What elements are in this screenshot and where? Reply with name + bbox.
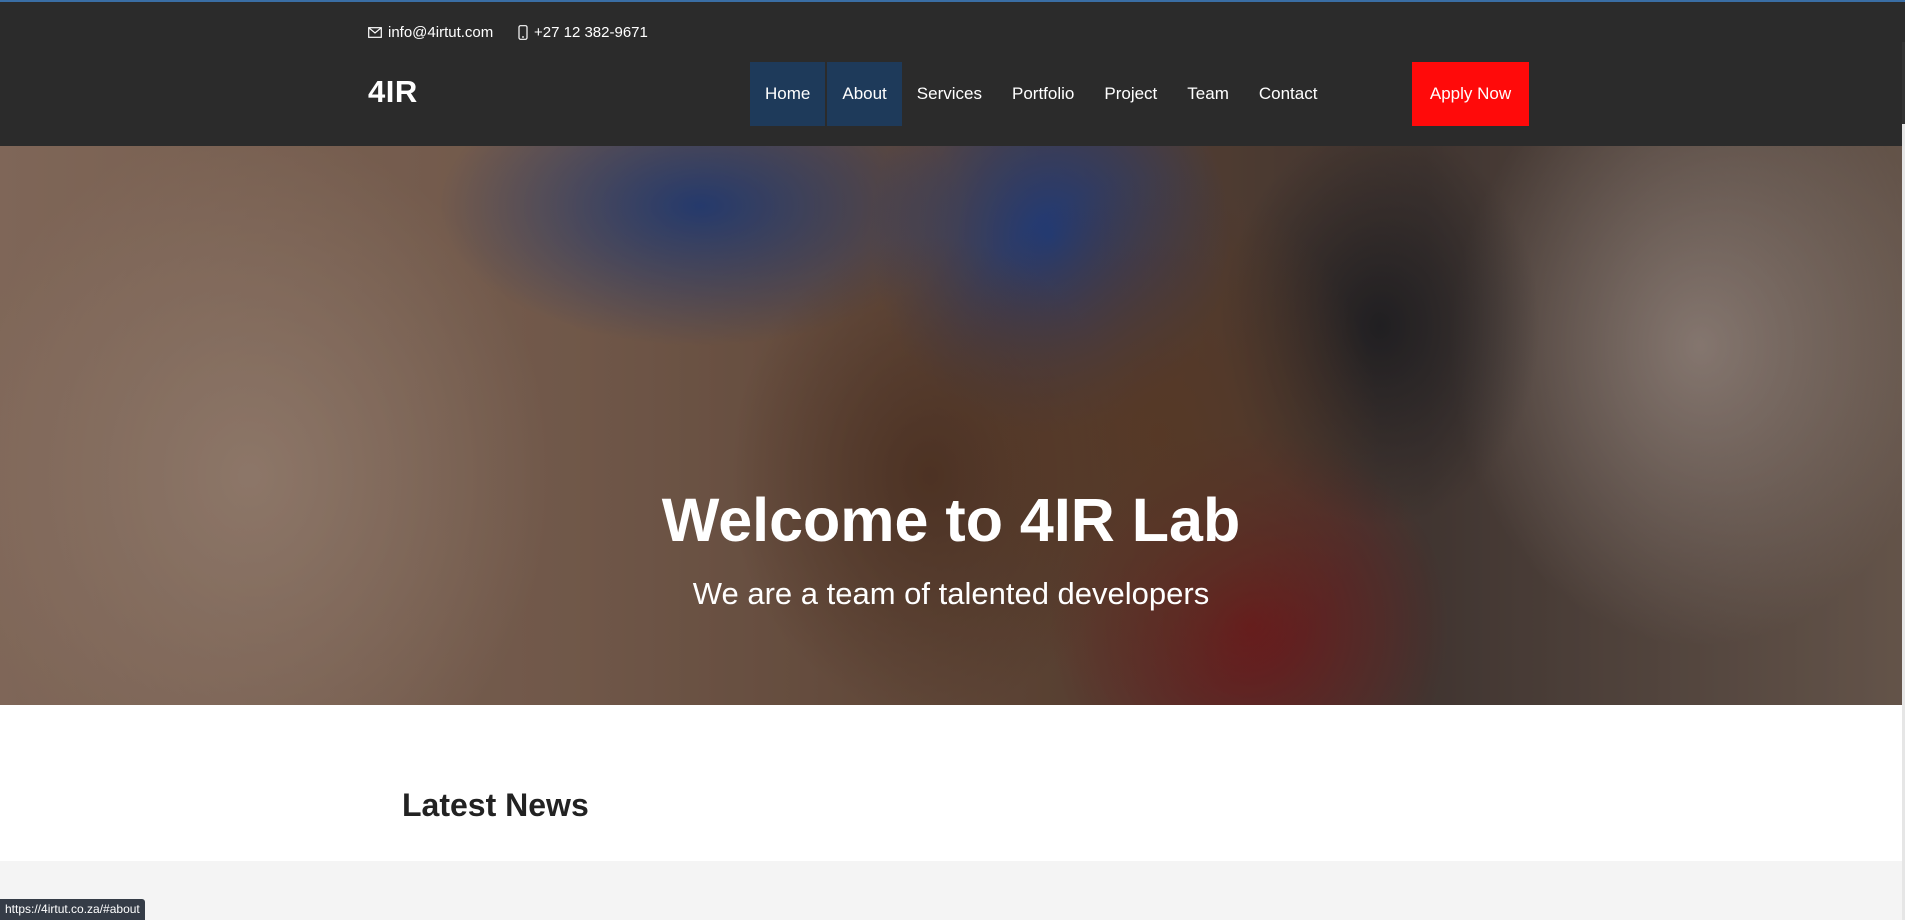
page: info@4irtut.com +27 12 382-9671 4IR Home… [0,0,1905,920]
nav-item-project[interactable]: Project [1089,62,1172,126]
main-navbar: 4IR Home About Services Portfolio Projec… [0,42,1905,146]
phone-text: +27 12 382-9671 [534,24,648,41]
main-nav: Home About Services Portfolio Project Te… [750,62,1332,126]
contact-email[interactable]: info@4irtut.com [368,24,493,41]
hero-photo-overlay [0,146,1902,705]
nav-item-contact[interactable]: Contact [1244,62,1333,126]
contact-phone[interactable]: +27 12 382-9671 [518,24,648,41]
email-text: info@4irtut.com [388,24,494,41]
envelope-icon [368,27,382,38]
latest-news-heading: Latest News [402,787,589,823]
site-logo[interactable]: 4IR [368,74,418,110]
hero-subtitle: We are a team of talented developers [692,576,1210,611]
apply-now-button[interactable]: Apply Now [1412,62,1529,126]
hero-banner: Welcome to 4IR Lab We are a team of tale… [0,146,1902,705]
top-contact-bar: info@4irtut.com +27 12 382-9671 [0,0,1905,42]
hero-title: Welcome to 4IR Lab [661,486,1241,554]
link-status-tooltip: https://4irtut.co.za/#about [0,899,145,920]
latest-news-section: Latest News [0,705,1902,861]
nav-item-home[interactable]: Home [750,62,826,126]
mobile-phone-icon [518,25,528,40]
nav-item-about[interactable]: About [827,62,902,126]
nav-item-services[interactable]: Services [902,62,997,126]
nav-item-team[interactable]: Team [1172,62,1244,126]
news-content-area [0,861,1902,920]
nav-item-portfolio[interactable]: Portfolio [997,62,1089,126]
